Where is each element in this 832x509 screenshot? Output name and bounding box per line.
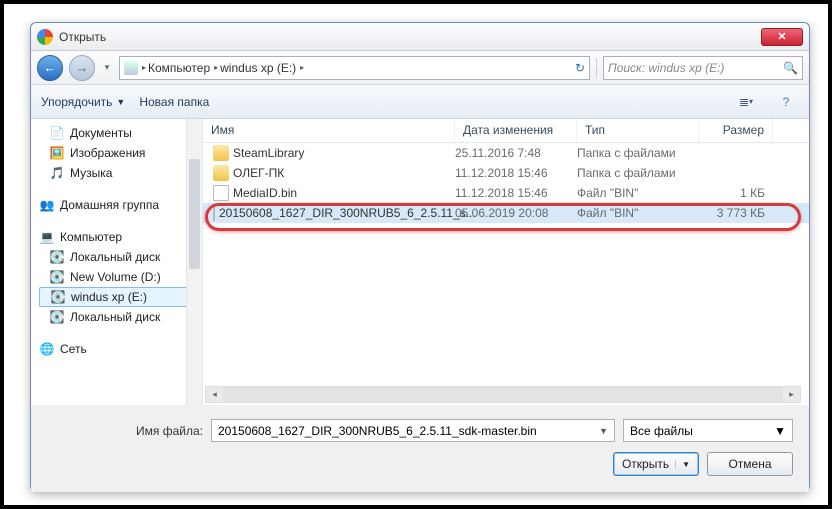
document-icon: 📄 — [49, 125, 65, 141]
filename-label: Имя файла: — [47, 424, 203, 438]
file-type-filter[interactable]: Все файлы ▼ — [623, 419, 793, 442]
scrollbar-thumb[interactable] — [223, 387, 783, 402]
tree-item-music[interactable]: 🎵Музыка — [39, 163, 202, 183]
close-button[interactable]: ✕ — [761, 28, 803, 46]
music-icon: 🎵 — [49, 165, 65, 181]
tree-item-drive[interactable]: 💽New Volume (D:) — [39, 267, 202, 287]
view-options-button[interactable]: ≣ ▾ — [733, 91, 759, 113]
breadcrumb-segment[interactable]: ▸windus xp (E:)▸ — [214, 61, 304, 75]
filename-value: 20150608_1627_DIR_300NRUB5_6_2.5.11_sdk-… — [218, 424, 537, 438]
cancel-button[interactable]: Отмена — [707, 452, 793, 476]
folder-icon — [213, 165, 229, 181]
open-button[interactable]: Открыть▼ — [613, 452, 699, 476]
arrow-right-icon: → — [76, 60, 89, 75]
chevron-down-icon: ▼ — [116, 97, 125, 107]
network-icon: 🌐 — [39, 341, 55, 357]
forward-button[interactable]: → — [69, 55, 95, 81]
bottom-panel: Имя файла: 20150608_1627_DIR_300NRUB5_6_… — [31, 405, 809, 492]
address-bar[interactable]: ▸Компьютер ▸windus xp (E:)▸ ↻ — [119, 56, 590, 80]
tree-item-drive[interactable]: 💽Локальный диск — [39, 247, 202, 267]
search-placeholder: Поиск: windus xp (E:) — [608, 61, 724, 75]
chevron-down-icon[interactable]: ▼ — [599, 426, 608, 436]
list-item-selected[interactable]: 20150608_1627_DIR_300NRUB5_6_2.5.11_s...… — [203, 203, 809, 223]
homegroup-icon: 👥 — [39, 197, 55, 213]
computer-icon: 💻 — [39, 229, 55, 245]
divider — [596, 58, 597, 78]
chevron-down-icon[interactable]: ▼ — [675, 460, 690, 469]
file-icon — [213, 205, 215, 221]
new-folder-button[interactable]: Новая папка — [139, 95, 209, 109]
list-item[interactable]: ОЛЕГ-ПК 11.12.2018 15:46 Папка с файлами — [203, 163, 809, 183]
file-list: Имя Дата изменения Тип Размер SteamLibra… — [203, 119, 809, 405]
help-button[interactable]: ? — [773, 91, 799, 113]
refresh-button[interactable]: ↻ — [575, 61, 585, 75]
close-icon: ✕ — [777, 30, 786, 43]
drive-icon — [124, 61, 138, 75]
tree-item-documents[interactable]: 📄Документы — [39, 123, 202, 143]
search-icon: 🔍 — [783, 61, 798, 75]
tree-item-drive[interactable]: 💽Локальный диск — [39, 307, 202, 327]
list-item[interactable]: SteamLibrary 25.11.2016 7:48 Папка с фай… — [203, 143, 809, 163]
tree-item-homegroup[interactable]: 👥Домашняя группа — [39, 195, 202, 215]
search-input[interactable]: Поиск: windus xp (E:) 🔍 — [603, 56, 803, 80]
tree-item-drive-selected[interactable]: 💽windus xp (E:) — [39, 287, 198, 307]
folder-icon — [213, 145, 229, 161]
organize-menu[interactable]: Упорядочить ▼ — [41, 95, 125, 109]
drive-icon: 💽 — [49, 309, 65, 325]
breadcrumb-segment[interactable]: ▸Компьютер — [142, 61, 210, 75]
file-icon — [213, 185, 229, 201]
col-date[interactable]: Дата изменения — [455, 119, 577, 142]
nav-bar: ← → ▾ ▸Компьютер ▸windus xp (E:)▸ ↻ Поис… — [31, 51, 809, 85]
dialog-body: 📄Документы 🖼️Изображения 🎵Музыка 👥Домашн… — [31, 119, 809, 405]
drive-icon: 💽 — [50, 289, 66, 305]
window-title: Открыть — [59, 30, 761, 44]
chevron-down-icon: ▼ — [774, 424, 786, 438]
tree-scrollbar[interactable] — [186, 119, 202, 405]
col-type[interactable]: Тип — [577, 119, 699, 142]
drive-icon: 💽 — [49, 269, 65, 285]
drive-icon: 💽 — [49, 249, 65, 265]
column-headers: Имя Дата изменения Тип Размер — [203, 119, 809, 143]
tree-item-computer[interactable]: 💻Компьютер — [39, 227, 202, 247]
list-item[interactable]: MediaID.bin 11.12.2018 15:46 Файл "BIN" … — [203, 183, 809, 203]
horizontal-scrollbar[interactable]: ◂ ▸ — [205, 386, 801, 403]
col-name[interactable]: Имя — [203, 119, 455, 142]
image-icon: 🖼️ — [49, 145, 65, 161]
open-file-dialog: Открыть ✕ ← → ▾ ▸Компьютер ▸windus xp (E… — [30, 22, 810, 492]
scroll-left-icon[interactable]: ◂ — [206, 387, 223, 402]
tree-item-pictures[interactable]: 🖼️Изображения — [39, 143, 202, 163]
col-size[interactable]: Размер — [699, 119, 773, 142]
titlebar: Открыть ✕ — [31, 23, 809, 51]
arrow-left-icon: ← — [44, 60, 57, 75]
scrollbar-thumb[interactable] — [189, 159, 200, 269]
chrome-icon — [37, 29, 53, 45]
scroll-right-icon[interactable]: ▸ — [783, 387, 800, 402]
tree-item-network[interactable]: 🌐Сеть — [39, 339, 202, 359]
back-button[interactable]: ← — [37, 55, 63, 81]
nav-tree: 📄Документы 🖼️Изображения 🎵Музыка 👥Домашн… — [31, 119, 203, 405]
nav-history-dropdown[interactable]: ▾ — [101, 61, 113, 75]
filename-input[interactable]: 20150608_1627_DIR_300NRUB5_6_2.5.11_sdk-… — [211, 419, 615, 442]
toolbar: Упорядочить ▼ Новая папка ≣ ▾ ? — [31, 85, 809, 119]
